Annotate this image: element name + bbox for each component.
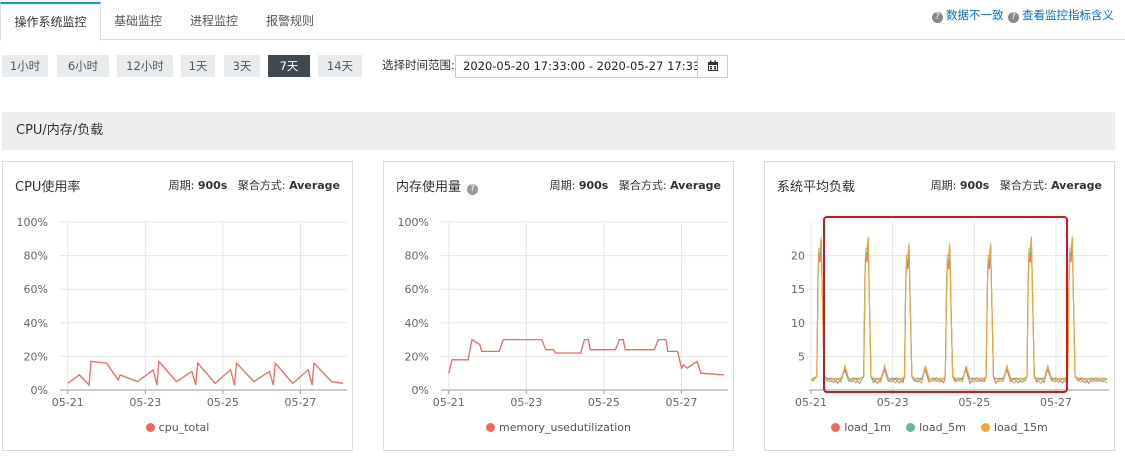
panel-meta: 周期: 900s 聚合方式: Average (168, 179, 340, 192)
legend-load-15m[interactable]: load_15m (980, 421, 1048, 434)
series-line-cpu_total (67, 359, 344, 387)
x-tick-label: 05-27 (1040, 396, 1072, 409)
question-icon: ? (1008, 12, 1019, 23)
legend-dot-icon (831, 423, 841, 432)
x-tick-label: 05-25 (588, 396, 620, 409)
memory-usage-chart: 0% 20% 40% 60% 80% 100% 05-21 05-23 05-25 05-27 (398, 216, 728, 409)
y-tick-label: 60% (24, 283, 48, 296)
x-tick-label: 05-25 (958, 396, 990, 409)
y-tick-label: 5 (798, 350, 805, 363)
panel-meta: 周期: 900s 聚合方式: Average (930, 179, 1102, 192)
x-tick-label: 05-23 (129, 396, 161, 409)
chart-legend: memory_usedutilization (384, 417, 733, 436)
x-tick-label: 05-21 (52, 396, 84, 409)
y-tick-label: 80% (405, 250, 429, 263)
tab-basic-monitor[interactable]: 基础监控 (101, 3, 175, 40)
question-icon: ? (932, 12, 943, 23)
help-metrics-meaning-link[interactable]: ? 查看监控指标含义 (1008, 7, 1114, 23)
chart-legend: cpu_total (3, 417, 352, 436)
legend-dot-icon (906, 423, 916, 432)
tab-process-monitor[interactable]: 进程监控 (175, 3, 253, 40)
y-tick-label: 40% (24, 317, 48, 330)
system-load-panel: 系统平均负载 周期: 900s 聚合方式: Average 5 10 15 20 05-… (764, 161, 1115, 451)
x-tick-label: 05-25 (207, 396, 239, 409)
y-tick-label: 100% (398, 216, 429, 229)
range-1d-button[interactable]: 1天 (181, 55, 215, 77)
y-tick-label: 10 (791, 317, 805, 330)
tab-os-monitor[interactable]: 操作系统监控 (0, 2, 101, 41)
y-tick-label: 60% (405, 283, 429, 296)
x-tick-label: 05-23 (510, 396, 542, 409)
y-tick-label: 20% (405, 350, 429, 363)
cpu-usage-chart: 0% 20% 40% 60% 80% 100% 05-21 05-23 05-25 05-27 (17, 216, 347, 409)
range-12h-button[interactable]: 12小时 (117, 55, 173, 77)
memory-usage-panel: 内存使用量? 周期: 900s 聚合方式: Average 0% 20% 40% 60… (383, 161, 734, 451)
range-3d-button[interactable]: 3天 (224, 55, 260, 77)
series-line-memory_usedutilization (448, 338, 725, 376)
x-tick-label: 05-27 (665, 396, 697, 409)
chart-legend: load_1m load_5m load_15m (765, 417, 1114, 436)
range-14d-button[interactable]: 14天 (318, 55, 362, 77)
legend-dot-icon (980, 423, 990, 432)
time-range-input[interactable]: 2020-05-20 17:33:00 - 2020-05-27 17:33:0 (455, 55, 698, 78)
system-load-chart: 5 10 15 20 05-21 05-23 05-25 05-27 (791, 216, 1109, 409)
series-line-load_1m (810, 240, 1108, 385)
series-line-load_15m (810, 236, 1108, 385)
legend-load-1m[interactable]: load_1m (831, 421, 891, 434)
cpu-usage-panel: CPU使用率 周期: 900s 聚合方式: Average 0% 20% 40% 60… (2, 161, 353, 451)
range-1h-button[interactable]: 1小时 (2, 55, 48, 77)
panel-title: CPU使用率 (15, 180, 81, 195)
time-range-label: 选择时间范围: (382, 58, 455, 72)
y-tick-label: 0% (412, 384, 429, 397)
panel-title: 内存使用量? (396, 176, 479, 195)
y-tick-label: 100% (17, 216, 48, 229)
calendar-icon (708, 60, 718, 71)
section-header: CPU/内存/负载 (2, 112, 1115, 150)
range-6h-button[interactable]: 6小时 (57, 55, 109, 77)
panel-title: 系统平均负载 (777, 180, 856, 195)
calendar-button[interactable] (697, 55, 728, 78)
y-tick-label: 40% (405, 317, 429, 330)
help-data-inconsistent-link[interactable]: ? 数据不一致 (932, 7, 1004, 23)
x-tick-label: 05-27 (284, 396, 316, 409)
x-tick-label: 05-21 (433, 396, 465, 409)
legend-cpu-total[interactable]: cpu_total (145, 421, 209, 434)
legend-dot-icon (145, 423, 155, 432)
help-icon[interactable]: ? (467, 184, 479, 195)
y-tick-label: 20 (791, 250, 805, 263)
series-line-load_5m (810, 241, 1108, 385)
x-tick-label: 05-21 (795, 396, 827, 409)
tab-alarm-rules[interactable]: 报警规则 (253, 3, 327, 40)
y-tick-label: 15 (791, 283, 805, 296)
y-tick-label: 80% (24, 250, 48, 263)
y-tick-label: 0% (31, 384, 48, 397)
x-tick-label: 05-23 (877, 396, 909, 409)
legend-load-5m[interactable]: load_5m (906, 421, 966, 434)
panel-meta: 周期: 900s 聚合方式: Average (549, 179, 721, 192)
legend-dot-icon (486, 423, 496, 432)
range-7d-button[interactable]: 7天 (268, 55, 310, 77)
legend-memory-usedutilization[interactable]: memory_usedutilization (486, 421, 631, 434)
y-tick-label: 20% (24, 350, 48, 363)
